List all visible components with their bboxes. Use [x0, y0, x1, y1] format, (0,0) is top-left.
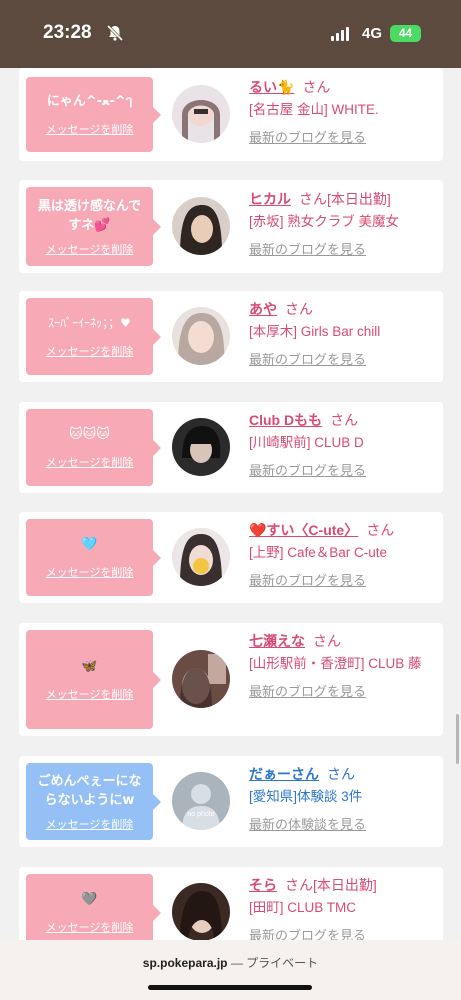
list-item: 🐱🐱🐱 メッセージを削除 Club Dもも さん [川崎駅前] CLUB D 最新…: [19, 402, 443, 493]
delete-message-link[interactable]: メッセージを削除: [46, 919, 134, 935]
attendance-tag: [本日出勤]: [327, 191, 391, 207]
user-info: 七瀬えな さん [山形駅前・香澄町] CLUB 藤 最新のブログを見る: [249, 631, 439, 700]
delete-message-link[interactable]: メッセージを削除: [46, 454, 134, 470]
battery-level: 44: [398, 26, 413, 40]
delete-message-link[interactable]: メッセージを削除: [46, 241, 134, 257]
list-item: 黒は透け感なんですネ💕 メッセージを削除 ヒカル さん[本日出勤] [赤坂] 熟女…: [19, 180, 443, 273]
latest-blog-link[interactable]: 最新のブログを見る: [249, 349, 439, 368]
avatar[interactable]: [172, 85, 230, 143]
shop-name: [愛知県]体験談 3件: [249, 789, 363, 804]
message-bubble: ｽｰﾊﾟｰｲｰﾈｯ；；♥ メッセージを削除: [26, 298, 161, 375]
message-bubble: 🐱🐱🐱 メッセージを削除: [26, 409, 161, 486]
honorific: さん: [299, 191, 327, 207]
avatar[interactable]: [172, 307, 230, 365]
latest-blog-link[interactable]: 最新のブログを見る: [249, 925, 439, 940]
latest-blog-link[interactable]: 最新のブログを見る: [249, 239, 439, 258]
avatar[interactable]: [172, 528, 230, 586]
message-list: にゃん^-ﻌ-^ๅ メッセージを削除 るい🐈 さん [名古屋 金山] WHITE.…: [0, 68, 461, 940]
shop-name: [山形駅前・香澄町] CLUB 藤: [249, 656, 422, 671]
latest-blog-link[interactable]: 最新のブログを見る: [249, 681, 439, 700]
silent-bell-icon: [106, 24, 124, 42]
latest-review-link[interactable]: 最新の体験談を見る: [249, 814, 439, 833]
delete-message-link[interactable]: メッセージを削除: [46, 121, 134, 137]
message-bubble: ごめんぺぇーにならないようにw メッセージを削除: [26, 763, 161, 840]
avatar[interactable]: [172, 650, 230, 708]
scrollbar[interactable]: [456, 714, 459, 764]
user-info: るい🐈 さん [名古屋 金山] WHITE. 最新のブログを見る: [249, 77, 439, 146]
home-indicator[interactable]: [148, 985, 312, 990]
attendance-tag: [本日出勤]: [313, 877, 377, 893]
user-name-link[interactable]: るい🐈: [249, 79, 294, 95]
latest-blog-link[interactable]: 最新のブログを見る: [249, 570, 439, 589]
delete-message-link[interactable]: メッセージを削除: [46, 564, 134, 580]
avatar[interactable]: [172, 883, 230, 940]
signal-icon: [331, 27, 349, 41]
user-info: だぁーさん さん [愛知県]体験談 3件 最新の体験談を見る: [249, 764, 439, 833]
delete-message-link[interactable]: メッセージを削除: [46, 343, 134, 359]
shop-name: [赤坂] 熟女クラブ 美魔女: [249, 214, 400, 229]
user-name-link[interactable]: ❤️すい〈C-ute〉: [249, 522, 358, 538]
user-info: ヒカル さん[本日出勤] [赤坂] 熟女クラブ 美魔女 最新のブログを見る: [249, 189, 439, 258]
user-info: Club Dもも さん [川崎駅前] CLUB D 最新のブログを見る: [249, 410, 439, 479]
status-bar: 23:28 4G 44: [0, 0, 461, 68]
list-item: 🩵 メッセージを削除 ❤️すい〈C-ute〉 さん [上野] Cafe＆Bar C…: [19, 512, 443, 603]
honorific: さん: [313, 633, 341, 649]
user-name-link[interactable]: そら: [249, 877, 277, 893]
message-text: にゃん^-ﻌ-^ๅ: [46, 94, 133, 109]
list-item: 🩶 メッセージを削除 そら さん[本日出勤] [田町] CLUB TMC 最新のブ…: [19, 867, 443, 940]
honorific: さん: [285, 877, 313, 893]
delete-message-link[interactable]: メッセージを削除: [46, 686, 134, 702]
message-bubble: にゃん^-ﻌ-^ๅ メッセージを削除: [26, 77, 161, 152]
latest-blog-link[interactable]: 最新のブログを見る: [249, 127, 439, 146]
no-photo-label: no photo: [187, 811, 214, 818]
shop-name: [田町] CLUB TMC: [249, 900, 357, 915]
honorific: さん: [366, 522, 395, 538]
message-text: 🦋: [81, 659, 98, 674]
user-info: そら さん[本日出勤] [田町] CLUB TMC 最新のブログを見る: [249, 875, 439, 940]
url-host: sp.pokepara.jp: [142, 956, 228, 970]
honorific: さん: [285, 301, 313, 317]
battery-icon: 44: [390, 25, 421, 42]
message-bubble: 黒は透け感なんですネ💕 メッセージを削除: [26, 187, 161, 266]
network-type: 4G: [362, 25, 383, 42]
user-info: あや さん [本厚木] Girls Bar chill 最新のブログを見る: [249, 299, 439, 368]
user-name-link[interactable]: だぁーさん: [249, 766, 319, 782]
shop-name: [川崎駅前] CLUB D: [249, 435, 364, 450]
message-bubble: 🦋 メッセージを削除: [26, 630, 161, 729]
avatar[interactable]: [172, 197, 230, 255]
clock: 23:28: [43, 22, 92, 43]
shop-name: [本厚木] Girls Bar chill: [249, 324, 381, 339]
url-separator: —: [227, 956, 247, 970]
list-item: ごめんぺぇーにならないようにw メッセージを削除 no photo だぁーさんさ…: [19, 756, 443, 847]
message-text: ｽｰﾊﾟｰｲｰﾈｯ；；♥: [48, 316, 131, 330]
user-name-link[interactable]: あや: [249, 301, 277, 317]
message-text: ごめんぺぇーにならないようにw: [37, 773, 142, 808]
honorific: さん: [327, 766, 355, 782]
message-text: 🩵: [81, 537, 98, 552]
shop-name: [上野] Cafe＆Bar C-ute: [249, 545, 388, 560]
message-text: 🐱🐱🐱: [69, 427, 110, 442]
user-info: ❤️すい〈C-ute〉 さん [上野] Cafe＆Bar C-ute 最新のブログ…: [249, 520, 439, 589]
list-item: 🦋 メッセージを削除 七瀬えな さん [山形駅前・香澄町] CLUB 藤 最新のブ…: [19, 623, 443, 736]
user-name-link[interactable]: ヒカル: [249, 191, 291, 207]
message-bubble: 🩶 メッセージを削除: [26, 874, 161, 940]
user-name-link[interactable]: Club Dもも: [249, 412, 322, 428]
avatar[interactable]: [172, 418, 230, 476]
private-mode-label: プライベート: [246, 956, 319, 970]
browser-bottom-bar: sp.pokepara.jp — プライベート: [0, 940, 461, 1000]
delete-message-link[interactable]: メッセージを削除: [46, 816, 134, 832]
list-item: ｽｰﾊﾟｰｲｰﾈｯ；；♥ メッセージを削除 あや さん [本厚木] Girls B…: [19, 291, 443, 382]
latest-blog-link[interactable]: 最新のブログを見る: [249, 460, 439, 479]
shop-name: [名古屋 金山] WHITE.: [249, 102, 379, 117]
user-name-link[interactable]: 七瀬えな: [249, 633, 305, 649]
message-bubble: 🩵 メッセージを削除: [26, 519, 161, 596]
message-text: 🩶: [81, 892, 98, 907]
url-bar[interactable]: sp.pokepara.jp — プライベート: [0, 954, 461, 971]
honorific: さん: [330, 412, 359, 428]
list-item: にゃん^-ﻌ-^ๅ メッセージを削除 るい🐈 さん [名古屋 金山] WHITE.…: [19, 68, 443, 161]
message-text: 黒は透け感なんですネ💕: [37, 198, 142, 233]
honorific: さん: [302, 79, 331, 95]
avatar[interactable]: no photo: [172, 772, 230, 830]
